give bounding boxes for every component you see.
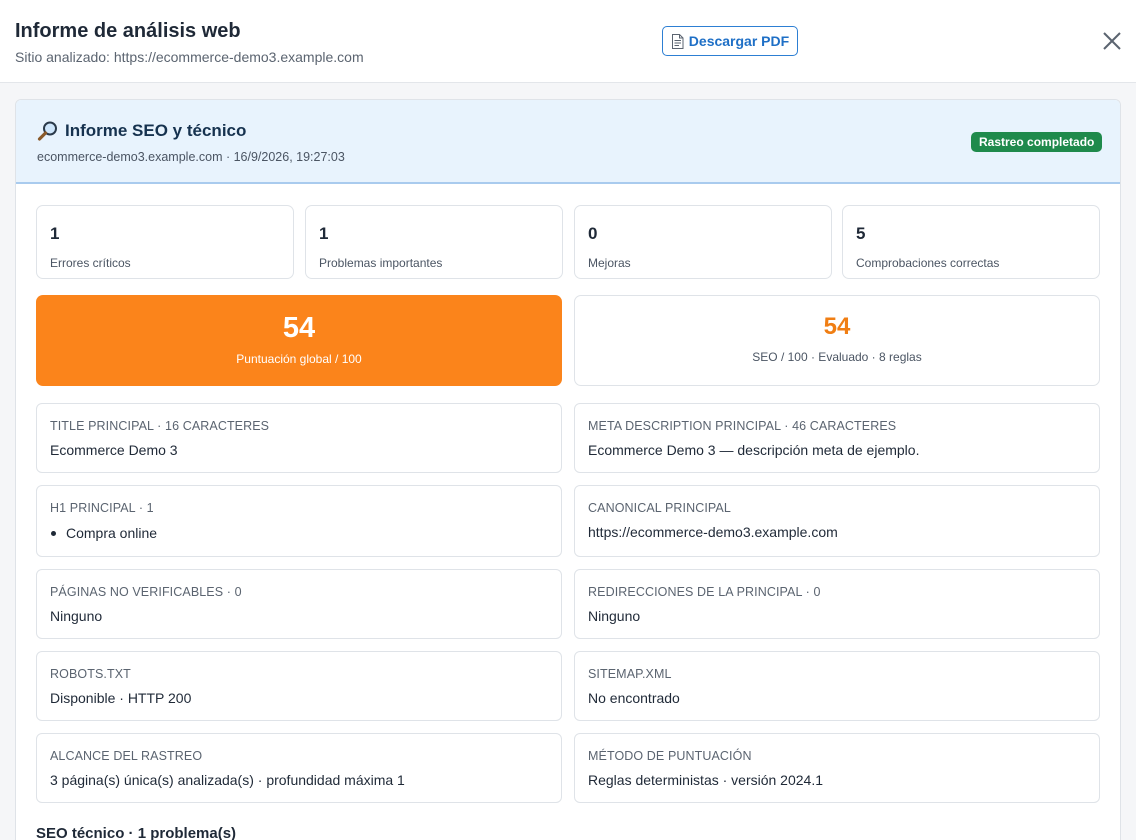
- stat-label: Comprobaciones correctas: [856, 256, 1000, 270]
- card-canonical: Canonical principal https://ecommerce-de…: [574, 485, 1100, 557]
- card-value: Ecommerce Demo 3: [50, 442, 178, 458]
- card-value: Ecommerce Demo 3 — descripción meta de e…: [588, 442, 920, 458]
- card-value: Reglas deterministas · versión 2024.1: [588, 772, 824, 788]
- card-label: H1 principal · 1: [50, 501, 154, 515]
- stat-critical-errors: 1 Errores críticos: [36, 205, 294, 279]
- analyzed-site-subtitle: Sitio analizado: https://ecommerce-demo3…: [15, 49, 364, 65]
- stat-label: Errores críticos: [50, 256, 131, 270]
- card-value: https://ecommerce-demo3.example.com: [588, 524, 838, 540]
- seo-score-value: 54: [823, 313, 851, 340]
- card-label: Title principal · 16 caracteres: [50, 419, 270, 433]
- report-header: Informe SEO y técnico ecommerce-demo3.ex…: [16, 100, 1120, 184]
- card-h1: H1 principal · 1 Compra online: [36, 485, 562, 557]
- stat-passed-checks: 5 Comprobaciones correctas: [842, 205, 1100, 279]
- card-label: Redirecciones de la principal · 0: [588, 585, 821, 599]
- section-title-technical-seo: SEO técnico · 1 problema(s): [36, 825, 237, 840]
- card-value: No encontrado: [588, 690, 680, 706]
- stat-value: 0: [588, 224, 598, 243]
- card-redirects: Redirecciones de la principal · 0 Ningun…: [574, 569, 1100, 639]
- report-meta: ecommerce-demo3.example.com · 16/9/2026,…: [37, 150, 345, 164]
- card-label: robots.txt: [50, 667, 131, 681]
- modal-title: Informe de análisis web: [15, 20, 241, 42]
- seo-score-label: SEO / 100 · Evaluado · 8 reglas: [752, 350, 922, 364]
- card-value: Ninguno: [588, 608, 641, 624]
- stat-important-issues: 1 Problemas importantes: [305, 205, 563, 279]
- card-label: Páginas no verificables · 0: [50, 585, 242, 599]
- close-icon[interactable]: [1102, 31, 1122, 51]
- card-label: sitemap.xml: [588, 667, 672, 681]
- download-pdf-label: Descargar PDF: [688, 33, 790, 49]
- magnifier-icon: [37, 121, 57, 141]
- global-score-label: Puntuación global / 100: [236, 352, 362, 366]
- stat-label: Mejoras: [588, 256, 631, 270]
- seo-score-card: 54 SEO / 100 · Evaluado · 8 reglas: [574, 295, 1100, 386]
- card-label: Meta description principal · 46 caracter…: [588, 419, 897, 433]
- download-pdf-button[interactable]: Descargar PDF: [662, 26, 798, 56]
- list-item-text: Compra online: [66, 525, 158, 541]
- card-label: Método de puntuación: [588, 749, 752, 763]
- card-sitemap: sitemap.xml No encontrado: [574, 651, 1100, 721]
- stat-label: Problemas importantes: [319, 256, 443, 270]
- global-score-value: 54: [282, 312, 316, 344]
- card-value: Ninguno: [50, 608, 103, 624]
- card-value: 3 página(s) única(s) analizada(s) · prof…: [50, 772, 405, 788]
- card-value: Disponible · HTTP 200: [50, 690, 192, 706]
- stat-value: 5: [856, 224, 866, 243]
- list-item: Compra online: [50, 525, 157, 541]
- document-icon: [671, 33, 684, 49]
- card-robots: robots.txt Disponible · HTTP 200: [36, 651, 562, 721]
- report-title: Informe SEO y técnico: [37, 120, 246, 142]
- report-title-text: Informe SEO y técnico: [65, 121, 247, 140]
- card-scoring-method: Método de puntuación Reglas determinista…: [574, 733, 1100, 803]
- card-crawl-scope: Alcance del rastreo 3 página(s) única(s)…: [36, 733, 562, 803]
- card-label: Canonical principal: [588, 501, 731, 515]
- h1-list: Compra online: [50, 525, 157, 541]
- global-score-card: 54 Puntuación global / 100: [36, 295, 562, 386]
- card-title: Title principal · 16 caracteres Ecommerc…: [36, 403, 562, 473]
- stat-value: 1: [50, 224, 60, 243]
- modal-header: Informe de análisis web Sitio analizado:…: [0, 0, 1136, 83]
- bullet-icon: [51, 530, 56, 536]
- card-unverifiable-pages: Páginas no verificables · 0 Ninguno: [36, 569, 562, 639]
- card-label: Alcance del rastreo: [50, 749, 203, 763]
- report-panel: Informe SEO y técnico ecommerce-demo3.ex…: [15, 99, 1121, 840]
- stat-improvements: 0 Mejoras: [574, 205, 832, 279]
- status-badge: Rastreo completado: [971, 132, 1103, 152]
- card-meta-description: Meta description principal · 46 caracter…: [574, 403, 1100, 473]
- stat-value: 1: [319, 224, 329, 243]
